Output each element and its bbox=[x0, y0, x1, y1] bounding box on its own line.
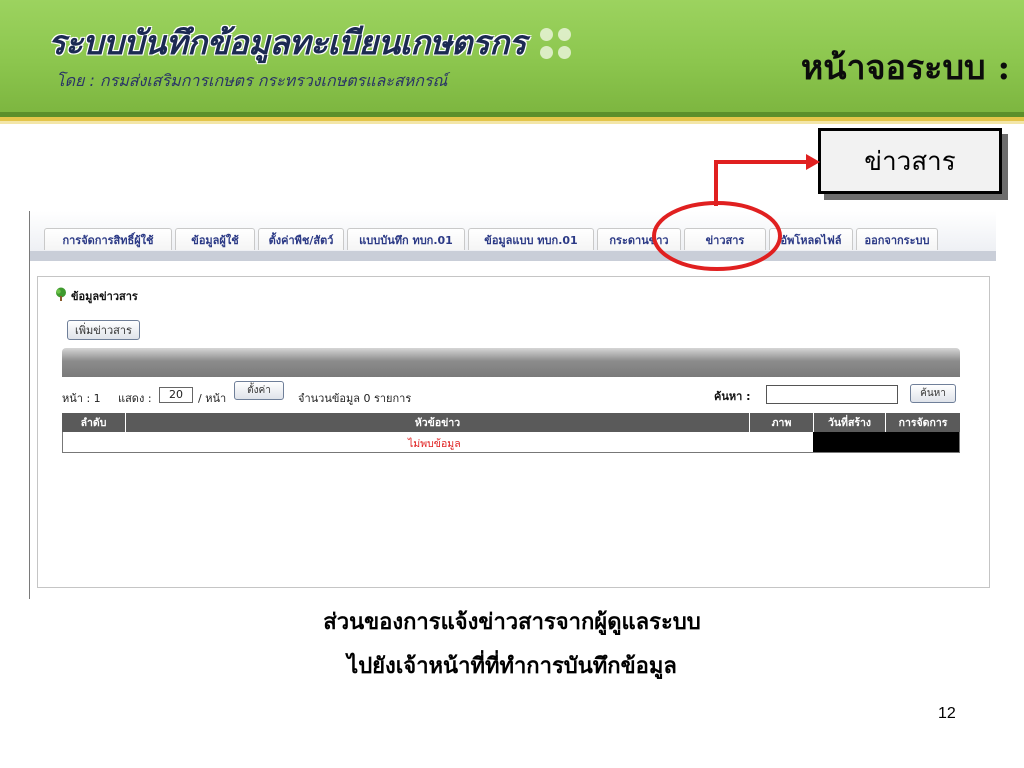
tab-label: อัพโหลดไฟล์ bbox=[780, 233, 842, 247]
tab-label: กระดานข่าว bbox=[609, 233, 669, 247]
banner-divider-highlight bbox=[0, 121, 1024, 124]
tab-bar: การจัดการสิทธิ์ผู้ใช้ ข้อมูลผู้ใช้ ตั้งค… bbox=[30, 211, 996, 251]
tab-form-data[interactable]: ข้อมูลแบบ ทบก.01 bbox=[468, 228, 594, 250]
tab-label: ตั้งค่าพืช/สัตว์ bbox=[268, 233, 334, 247]
tree-icon bbox=[56, 287, 66, 301]
tab-news[interactable]: ข่าวสาร bbox=[684, 228, 766, 250]
search-button[interactable]: ค้นหา bbox=[910, 384, 956, 403]
tab-user-info[interactable]: ข้อมูลผู้ใช้ bbox=[175, 228, 255, 250]
app-screenshot: การจัดการสิทธิ์ผู้ใช้ ข้อมูลผู้ใช้ ตั้งค… bbox=[29, 211, 996, 601]
empty-cell-fill bbox=[813, 432, 959, 452]
decorative-dots-icon bbox=[540, 28, 574, 62]
table-header: ลำดับ หัวข้อข่าว ภาพ วันที่สร้าง การจัดก… bbox=[62, 413, 960, 432]
tab-user-rights[interactable]: การจัดการสิทธิ์ผู้ใช้ bbox=[44, 228, 172, 250]
slide-heading: หน้าจอระบบ : bbox=[800, 48, 1010, 88]
screenshot-left-edge bbox=[29, 211, 30, 599]
set-per-page-button[interactable]: ตั้งค่า bbox=[234, 381, 284, 400]
empty-message: ไม่พบข้อมูล bbox=[408, 438, 461, 450]
column-header-image: ภาพ bbox=[750, 413, 814, 432]
search-label: ค้นหา : bbox=[714, 390, 751, 403]
per-page-input[interactable]: 20 bbox=[159, 387, 193, 403]
record-count: จำนวนข้อมูล 0 รายการ bbox=[298, 392, 412, 405]
panel-title: ข้อมูลข่าวสาร bbox=[71, 290, 138, 303]
callout-box: ข่าวสาร bbox=[818, 128, 1002, 194]
tab-label: ข้อมูลแบบ ทบก.01 bbox=[484, 233, 578, 247]
banner-subtitle: โดย : กรมส่งเสริมการเกษตร กระทรวงเกษตรแล… bbox=[56, 71, 448, 90]
tab-label: แบบบันทึก ทบก.01 bbox=[359, 233, 453, 247]
search-input[interactable] bbox=[766, 385, 898, 404]
caption-line-1: ส่วนของการแจ้งข่าวสารจากผู้ดูแลระบบ bbox=[323, 609, 701, 635]
column-header-order: ลำดับ bbox=[62, 413, 126, 432]
tab-logout[interactable]: ออกจากระบบ bbox=[856, 228, 938, 250]
tab-label: ข้อมูลผู้ใช้ bbox=[191, 233, 239, 247]
column-header-headline: หัวข้อข่าว bbox=[126, 413, 750, 432]
grid-header-bar bbox=[62, 348, 960, 377]
pointer-arrow-icon bbox=[714, 160, 808, 206]
slide-banner: ระบบบันทึกข้อมูลทะเบียนเกษตรกร โดย : กรม… bbox=[0, 0, 1024, 112]
per-page-suffix: / หน้า bbox=[198, 392, 227, 405]
column-header-created-date: วันที่สร้าง bbox=[814, 413, 886, 432]
caption-line-2: ไปยังเจ้าหน้าที่ที่ทำการบันทึกข้อมูล bbox=[347, 653, 677, 679]
news-panel: ข้อมูลข่าวสาร เพิ่มข่าวสาร หน้า : 1 แสดง… bbox=[37, 276, 990, 588]
page-number: 12 bbox=[938, 705, 956, 722]
banner-title: ระบบบันทึกข้อมูลทะเบียนเกษตรกร bbox=[48, 23, 526, 62]
tab-label: การจัดการสิทธิ์ผู้ใช้ bbox=[62, 233, 154, 247]
tab-record-form[interactable]: แบบบันทึก ทบก.01 bbox=[347, 228, 465, 250]
table-row: ไม่พบข้อมูล bbox=[62, 432, 960, 453]
tab-underline bbox=[30, 251, 996, 261]
tab-label: ออกจากระบบ bbox=[864, 233, 930, 247]
tab-message-board[interactable]: กระดานข่าว bbox=[597, 228, 681, 250]
show-label: แสดง : bbox=[118, 392, 152, 405]
page-indicator: หน้า : 1 bbox=[62, 392, 101, 405]
grid-toolbar: หน้า : 1 แสดง : 20 / หน้า ตั้งค่า จำนวนข… bbox=[62, 377, 960, 411]
tab-plant-animal-settings[interactable]: ตั้งค่าพืช/สัตว์ bbox=[258, 228, 344, 250]
column-header-actions: การจัดการ bbox=[898, 417, 948, 429]
add-news-button[interactable]: เพิ่มข่าวสาร bbox=[67, 320, 140, 340]
tab-label: ข่าวสาร bbox=[705, 233, 745, 247]
tab-upload-file[interactable]: อัพโหลดไฟล์ bbox=[769, 228, 853, 250]
